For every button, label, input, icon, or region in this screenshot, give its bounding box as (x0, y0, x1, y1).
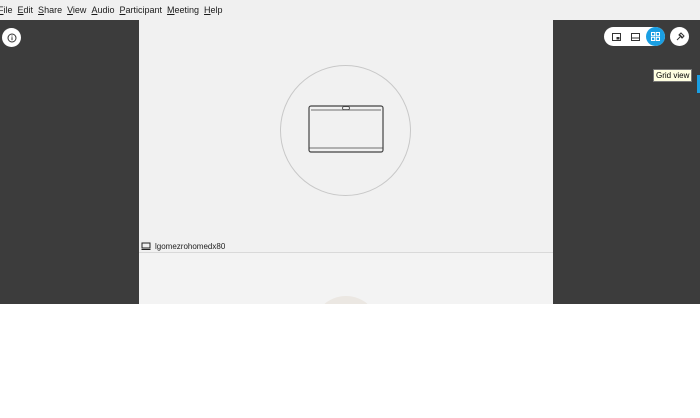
video-device-icon (308, 105, 384, 153)
menu-bar: File Edit Share View Audio Participant M… (0, 0, 700, 20)
participant-name-tag: lgomezrohomedx80 (141, 240, 225, 252)
menu-file[interactable]: File (0, 5, 13, 15)
menu-file-label: File (0, 5, 13, 15)
participant-name: lgomezrohomedx80 (155, 241, 226, 251)
participant-tile-2[interactable] (139, 253, 553, 304)
tooltip: Grid view (653, 69, 693, 82)
menu-audio-label: Audio (91, 5, 115, 15)
menu-view-label: View (67, 5, 87, 15)
pin-icon (676, 31, 685, 40)
menu-participant-label: Participant (119, 5, 163, 15)
menu-meeting[interactable]: Meeting (167, 5, 199, 15)
pip-icon (612, 32, 621, 41)
menu-participant[interactable]: Participant (119, 5, 162, 15)
view-switcher (604, 27, 665, 46)
menu-help[interactable]: Help (204, 5, 223, 15)
menu-meeting-label: Meeting (167, 5, 200, 15)
menu-share[interactable]: Share (38, 5, 62, 15)
meeting-stage: lgomezrohomedx80 Grid view (0, 20, 700, 304)
menu-share-label: Share (38, 5, 63, 15)
menu-edit[interactable]: Edit (18, 5, 34, 15)
stage-icon (631, 32, 640, 41)
menu-edit-label: Edit (17, 5, 34, 15)
pin-button[interactable] (670, 27, 689, 46)
video-grid: lgomezrohomedx80 (139, 20, 553, 304)
menu-help-label: Help (204, 5, 223, 15)
device-icon (141, 242, 151, 250)
grid-icon (651, 32, 660, 41)
grid-view-button[interactable] (646, 27, 665, 46)
floating-panel-view-button[interactable] (607, 27, 626, 46)
menu-view[interactable]: View (67, 5, 86, 15)
info-button[interactable] (2, 28, 21, 47)
participant-tile[interactable]: lgomezrohomedx80 (139, 20, 553, 252)
info-icon (7, 33, 16, 42)
stage-view-button[interactable] (626, 27, 645, 46)
avatar (313, 296, 379, 304)
menu-audio[interactable]: Audio (91, 5, 114, 15)
participant-placeholder (280, 65, 411, 196)
